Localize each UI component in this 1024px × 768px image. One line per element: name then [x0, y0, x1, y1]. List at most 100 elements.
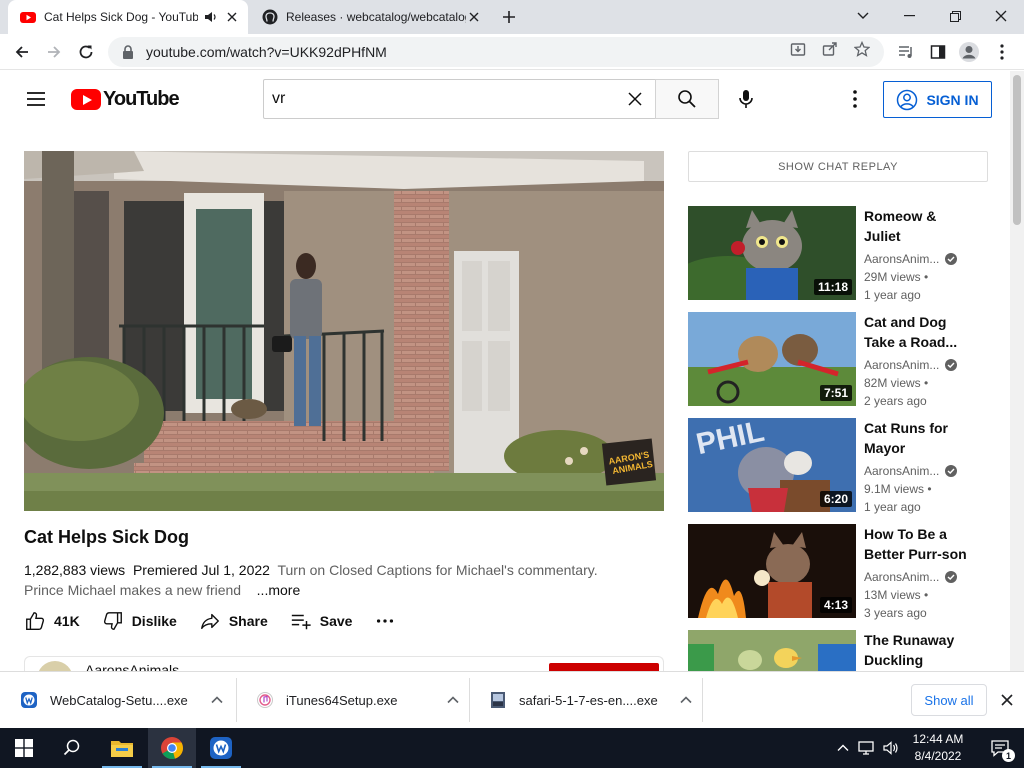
- lock-icon[interactable]: [120, 44, 136, 60]
- new-tab-button[interactable]: [498, 6, 520, 28]
- side-panel-icon[interactable]: [924, 38, 952, 66]
- show-chat-replay-button[interactable]: SHOW CHAT REPLAY: [688, 151, 988, 182]
- speaker-icon[interactable]: [204, 10, 218, 24]
- taskbar-search-button[interactable]: [48, 728, 96, 768]
- back-button[interactable]: [8, 38, 36, 66]
- thumbs-down-icon: [103, 612, 122, 630]
- recommendation-channel[interactable]: AaronsAnim...: [864, 462, 939, 480]
- recommendation-item[interactable]: 11:18 Romeow & Juliet AaronsAnim... 29M …: [688, 206, 988, 302]
- recommendation-title[interactable]: The Runaway Duckling: [864, 630, 974, 670]
- close-download-shelf-icon[interactable]: [998, 691, 1016, 709]
- video-thumbnail[interactable]: 7:51: [688, 312, 856, 406]
- restore-button[interactable]: [932, 0, 978, 32]
- address-bar[interactable]: youtube.com/watch?v=UKK92dPHfNM: [108, 37, 884, 67]
- volume-icon[interactable]: [882, 740, 900, 756]
- tab-search-chevron-icon[interactable]: [840, 0, 886, 32]
- sign-in-label: SIGN IN: [926, 91, 979, 108]
- video-actions: 41K Dislike Share Save: [24, 609, 418, 633]
- search-input[interactable]: vr: [263, 79, 656, 119]
- recommendation-title[interactable]: How To Be a Better Purr-son: [864, 524, 974, 564]
- bookmark-star-icon[interactable]: [850, 38, 874, 60]
- video-thumbnail[interactable]: 4:13: [688, 524, 856, 618]
- windows-taskbar: 12:44 AM 8/4/2022 1: [0, 728, 1024, 768]
- action-center-button[interactable]: 1: [976, 728, 1024, 768]
- clear-search-icon[interactable]: [623, 87, 647, 111]
- network-icon[interactable]: [858, 740, 876, 756]
- chrome-menu-icon[interactable]: [988, 38, 1016, 66]
- webcatalog-taskbar-button[interactable]: [197, 728, 245, 768]
- reload-button[interactable]: [72, 38, 100, 66]
- settings-kebab-icon[interactable]: [843, 87, 867, 111]
- search-query-text[interactable]: vr: [272, 90, 623, 108]
- recommendation-title[interactable]: Cat and Dog Take a Road...: [864, 312, 974, 352]
- search-button[interactable]: [655, 79, 719, 119]
- youtube-header: YouTube vr SIGN IN: [0, 71, 1010, 127]
- hamburger-menu-icon[interactable]: [24, 87, 48, 111]
- close-tab-icon[interactable]: [466, 9, 482, 25]
- forward-button[interactable]: [40, 38, 68, 66]
- show-all-downloads-button[interactable]: Show all: [911, 684, 987, 716]
- video-description[interactable]: 1,282,883 views Premiered Jul 1, 2022 Tu…: [24, 560, 664, 600]
- chrome-icon: [161, 737, 184, 760]
- share-page-icon[interactable]: [818, 38, 842, 60]
- recommendation-item[interactable]: PHIL 6:20 Cat Runs for Mayor AaronsAnim.…: [688, 418, 988, 514]
- clock-date: 8/4/2022: [914, 749, 962, 763]
- video-thumbnail[interactable]: 11:18: [688, 206, 856, 300]
- recommendation-channel[interactable]: AaronsAnim...: [864, 250, 939, 268]
- taskbar-clock[interactable]: 12:44 AM 8/4/2022: [900, 731, 976, 765]
- save-label: Save: [319, 613, 353, 629]
- like-button[interactable]: 41K: [24, 610, 80, 632]
- notification-count-badge: 1: [1002, 749, 1015, 762]
- recommendation-channel[interactable]: AaronsAnim...: [864, 356, 939, 374]
- minimize-button[interactable]: [886, 0, 932, 32]
- show-hidden-icons-chevron-icon[interactable]: [836, 741, 850, 755]
- recommendation-item[interactable]: The Runaway Duckling: [688, 630, 988, 671]
- video-thumbnail[interactable]: PHIL 6:20: [688, 418, 856, 512]
- youtube-favicon-icon: [20, 12, 36, 23]
- download-item[interactable]: iTunes64Setup.exe: [236, 672, 469, 728]
- share-button[interactable]: Share: [199, 610, 268, 632]
- video-thumbnail[interactable]: [688, 630, 856, 671]
- video-title: Cat Helps Sick Dog: [24, 527, 190, 547]
- scrollbar-thumb[interactable]: [1013, 75, 1021, 225]
- video-player[interactable]: AARON'S ANIMALS: [24, 151, 664, 511]
- chevron-up-icon[interactable]: [210, 693, 224, 707]
- recommendation-item[interactable]: 4:13 How To Be a Better Purr-son AaronsA…: [688, 524, 988, 620]
- tab-youtube[interactable]: Cat Helps Sick Dog - YouTube: [8, 0, 248, 34]
- installer-file-icon: [491, 692, 505, 708]
- download-item[interactable]: safari-5-1-7-es-en....exe: [469, 672, 702, 728]
- windows-logo-icon: [15, 739, 33, 757]
- close-tab-icon[interactable]: [224, 9, 240, 25]
- playlist-add-icon: [291, 614, 311, 630]
- recommendation-item[interactable]: 7:51 Cat and Dog Take a Road... AaronsAn…: [688, 312, 988, 408]
- recommendation-views: 29M views •: [864, 270, 929, 284]
- browser-tab-strip: Cat Helps Sick Dog - YouTube Releases · …: [0, 0, 1024, 34]
- close-window-button[interactable]: [978, 0, 1024, 32]
- more-horizontal-icon: [377, 619, 394, 623]
- chrome-taskbar-button[interactable]: [148, 728, 196, 768]
- microphone-icon[interactable]: [734, 87, 758, 111]
- profile-avatar-icon[interactable]: [955, 38, 983, 66]
- install-app-icon[interactable]: [786, 38, 810, 60]
- tab-releases[interactable]: Releases · webcatalog/webcatalog: [250, 0, 490, 34]
- search-icon: [63, 739, 80, 756]
- recommendation-channel[interactable]: AaronsAnim...: [864, 568, 939, 586]
- chevron-up-icon[interactable]: [679, 693, 693, 707]
- recommendation-age: 3 years ago: [864, 606, 927, 620]
- start-button[interactable]: [0, 728, 48, 768]
- page-scrollbar[interactable]: [1010, 71, 1024, 671]
- dislike-button[interactable]: Dislike: [102, 610, 177, 632]
- share-label: Share: [228, 613, 268, 629]
- recommendation-title[interactable]: Cat Runs for Mayor: [864, 418, 974, 458]
- save-button[interactable]: Save: [290, 610, 353, 632]
- more-actions-button[interactable]: [374, 610, 396, 632]
- more-link[interactable]: ...more: [257, 582, 301, 598]
- youtube-logo[interactable]: YouTube: [71, 88, 180, 110]
- chevron-up-icon[interactable]: [446, 693, 460, 707]
- file-explorer-taskbar-button[interactable]: [98, 728, 146, 768]
- sign-in-button[interactable]: SIGN IN: [883, 81, 992, 118]
- like-count: 41K: [54, 613, 80, 629]
- download-item[interactable]: WebCatalog-Setu....exe: [0, 672, 236, 728]
- media-control-icon[interactable]: [892, 38, 920, 66]
- recommendation-title[interactable]: Romeow & Juliet: [864, 206, 974, 246]
